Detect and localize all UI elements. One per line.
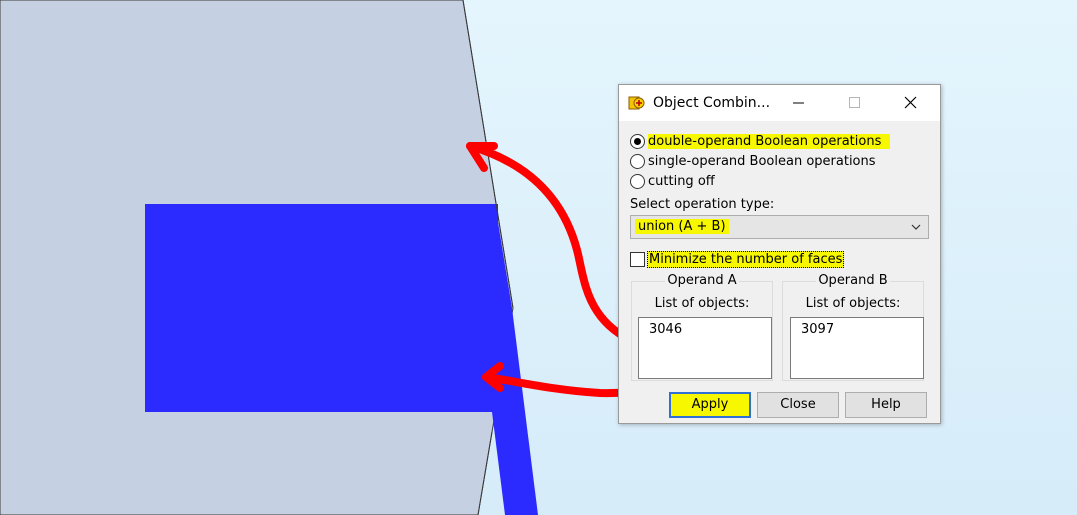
radio-single-operand[interactable]: single-operand Boolean operations [630,152,876,170]
radio-label: single-operand Boolean operations [648,153,876,169]
radio-label: cutting off [648,173,715,189]
minimize-faces-label: Minimize the number of faces [647,250,845,268]
radio-button[interactable] [630,153,645,169]
list-item[interactable]: 3046 [649,322,682,337]
dialog-title: Object Combin... [653,95,771,111]
radio-label: double-operand Boolean operations [648,133,891,149]
close-button[interactable]: Close [757,392,839,418]
title-bar[interactable]: Object Combin... [619,85,940,121]
operand-a-group: Operand A List of objects: 3046 [631,273,773,381]
minimize-button[interactable] [776,85,822,121]
operation-type-value: union (A + B) [635,219,729,234]
apply-button[interactable]: Apply [669,392,751,418]
operand-a-listbox[interactable]: 3046 [638,317,772,379]
minimize-icon [793,102,804,104]
maximize-button[interactable] [832,85,878,121]
minimize-faces-checkbox-row[interactable]: Minimize the number of faces [630,250,845,268]
blue-box-object[interactable] [145,204,498,412]
operation-type-select[interactable]: union (A + B) [630,215,929,239]
operand-a-list-label: List of objects: [654,296,750,311]
radio-button[interactable] [630,133,645,149]
object-combine-dialog: Object Combin... double-operand Boolean … [618,84,941,424]
operand-a-title: Operand A [665,273,739,288]
minimize-faces-checkbox[interactable] [630,251,645,267]
list-item[interactable]: 3097 [801,322,834,337]
operand-b-listbox[interactable]: 3097 [790,317,924,379]
radio-button[interactable] [630,173,645,189]
operand-b-list-label: List of objects: [805,296,901,311]
operand-b-group: Operand B List of objects: 3097 [782,273,924,381]
radio-cutting-off[interactable]: cutting off [630,172,715,190]
object-combine-icon [628,96,645,110]
close-icon [904,96,917,109]
help-button[interactable]: Help [845,392,927,418]
maximize-icon [849,97,860,108]
close-window-button[interactable] [888,85,934,121]
chevron-down-icon [911,224,921,230]
operation-type-label: Select operation type: [630,197,775,212]
operand-b-title: Operand B [816,273,890,288]
radio-double-operand[interactable]: double-operand Boolean operations [630,132,891,150]
